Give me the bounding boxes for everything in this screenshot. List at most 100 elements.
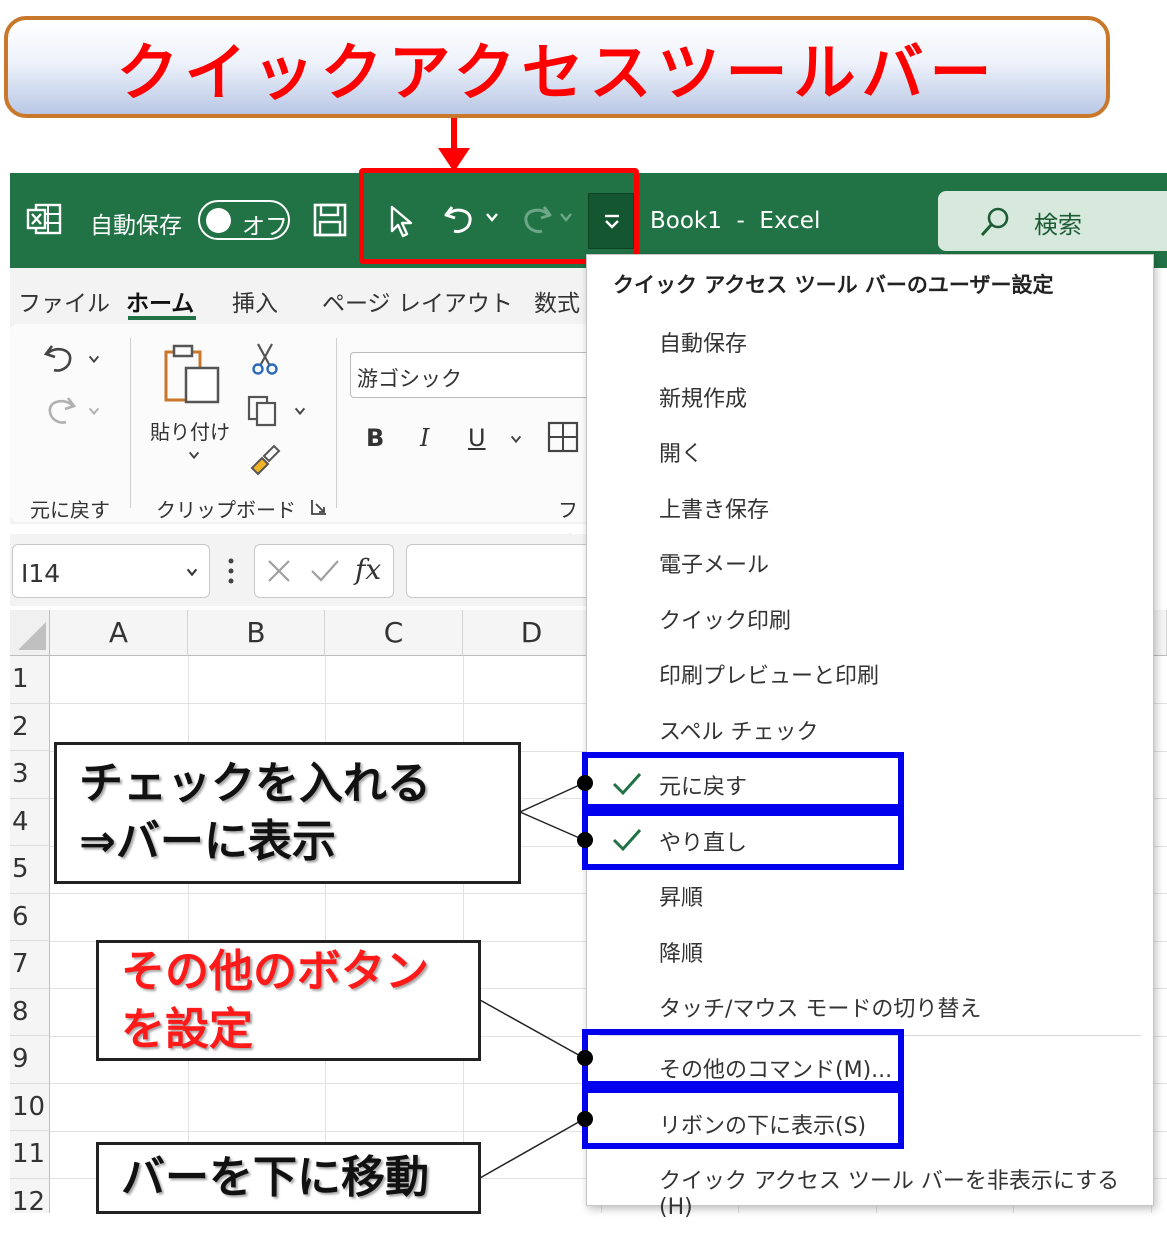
enter-check-icon[interactable] [309,557,341,585]
row-header-10[interactable]: 10 [10,1083,50,1131]
menu-item-label: 上書き保存 [659,498,770,523]
row-header-6[interactable]: 6 [10,893,50,941]
connector-dot [577,775,593,791]
tab-home[interactable]: ホーム [126,284,194,318]
ribbon: 元に戻す 貼り付け クリップボード 游ゴシック B I U フ [10,324,600,551]
menu-item-hide-qat[interactable]: クイック アクセス ツール バーを非表示にする (H) [587,1150,1153,1220]
menu-item-label: 電子メール [659,553,770,578]
callout-move-text: バーを下に移動 [121,1152,429,1203]
callout-other-line2: を設定 [121,1004,253,1055]
menu-item-label: タッチ/マウス モードの切り替え [659,997,982,1022]
borders-icon[interactable] [546,420,580,454]
document-title: Book1 - Excel [650,208,821,234]
grid-line [188,656,189,1213]
copy-chevron-icon[interactable] [292,404,308,418]
menu-item-open[interactable]: 開く [587,423,1153,478]
row-header-1[interactable]: 1 [10,656,50,704]
menu-item-spelling[interactable]: スペル チェック [587,701,1153,756]
tab-formulas[interactable]: 数式 [534,284,580,318]
save-icon[interactable] [312,202,348,238]
search-box[interactable]: 検索 [938,191,1167,251]
menu-item-print-preview[interactable]: 印刷プレビューと印刷 [587,645,1153,700]
insert-function-icon[interactable]: fx [355,553,381,586]
name-box-chevron-icon[interactable] [183,565,201,579]
autosave-label: 自動保存 [90,213,182,239]
tab-insert[interactable]: 挿入 [232,284,278,318]
toggle-knob [206,208,231,233]
row-header-4[interactable]: 4 [10,798,50,846]
grid-line [325,656,326,1213]
menu-item-label: 開く [659,442,704,467]
callout-other-buttons: その他のボタン を設定 [96,940,481,1061]
formula-input[interactable] [406,544,596,598]
cut-icon[interactable] [250,342,280,376]
row-header-7[interactable]: 7 [10,941,50,989]
select-all-triangle-icon [18,622,46,650]
menu-item-autosave[interactable]: 自動保存 [587,313,1153,368]
paste-icon[interactable] [160,342,224,406]
copy-icon[interactable] [246,394,282,428]
menu-item-touch-mode[interactable]: タッチ/マウス モードの切り替え [587,978,1153,1033]
column-header-a[interactable]: A [50,610,188,656]
underline-button[interactable]: U [468,424,486,452]
ribbon-panel: 元に戻す 貼り付け クリップボード 游ゴシック B I U フ [10,324,600,551]
menu-item-label: 降順 [659,942,704,967]
banner-arrow-line [451,118,457,150]
paste-chevron-icon[interactable] [186,448,202,462]
underline-chevron-icon[interactable] [508,432,524,446]
search-placeholder: 検索 [1034,211,1082,239]
ribbon-tabs: ファイル ホーム 挿入 ページ レイアウト 数式 [10,268,590,324]
menu-item-sort-descending[interactable]: 降順 [587,923,1153,978]
cancel-icon[interactable] [265,557,293,585]
ribbon-undo-chevron-icon[interactable] [86,352,102,366]
excel-logo-icon [26,203,62,235]
autosave-toggle[interactable]: オフ [198,200,290,240]
row-header-8[interactable]: 8 [10,988,50,1036]
ribbon-separator [336,338,337,508]
bold-button[interactable]: B [366,424,384,452]
menu-item-email[interactable]: 電子メール [587,534,1153,589]
name-box[interactable]: I14 [12,544,210,598]
row-header-9[interactable]: 9 [10,1036,50,1084]
more-options-icon[interactable] [226,556,236,586]
column-header-c[interactable]: C [325,610,463,656]
banner-title: クイックアクセスツールバー [116,36,998,109]
clipboard-group-label: クリップボード [156,498,296,522]
row-header-2[interactable]: 2 [10,703,50,751]
menu-item-label: 自動保存 [659,332,748,357]
grid-line [463,656,464,1213]
menu-item-sort-ascending[interactable]: 昇順 [587,867,1153,922]
paste-label[interactable]: 貼り付け [150,416,230,445]
callout-check-line1: チェックを入れる [79,758,431,809]
row-header-3[interactable]: 3 [10,751,50,799]
toggle-state: オフ [242,214,288,240]
highlight-show-below [582,1087,904,1149]
column-header-d[interactable]: D [463,610,601,656]
row-header-11[interactable]: 11 [10,1131,50,1179]
ribbon-undo-icon[interactable] [40,340,80,376]
menu-item-label: 昇順 [659,886,704,911]
column-header-b[interactable]: B [188,610,325,656]
menu-item-save[interactable]: 上書き保存 [587,479,1153,534]
tab-file[interactable]: ファイル [18,284,110,318]
menu-item-label: 印刷プレビューと印刷 [659,664,880,689]
font-name-select[interactable]: 游ゴシック [350,352,600,398]
callout-move-bar: バーを下に移動 [96,1142,481,1214]
menu-item-quick-print[interactable]: クイック印刷 [587,590,1153,645]
menu-item-new[interactable]: 新規作成 [587,368,1153,423]
highlight-redo [582,810,904,870]
select-all-corner[interactable] [10,610,50,656]
row-header-5[interactable]: 5 [10,846,50,894]
menu-item-label: クイック印刷 [659,609,792,634]
row-header-12[interactable]: 12 [10,1178,50,1213]
tab-page-layout[interactable]: ページ レイアウト [322,284,513,318]
menu-item-label: スペル チェック [659,720,819,745]
format-painter-icon[interactable] [248,442,282,476]
callout-check: チェックを入れる ⇒バーに表示 [54,742,521,884]
ribbon-redo-chevron-icon[interactable] [86,404,102,418]
ribbon-redo-icon[interactable] [40,392,80,428]
font-name-value: 游ゴシック [357,367,462,391]
connector-dot [577,1111,593,1127]
italic-button[interactable]: I [420,424,429,452]
dialog-launcher-icon[interactable] [310,498,328,516]
